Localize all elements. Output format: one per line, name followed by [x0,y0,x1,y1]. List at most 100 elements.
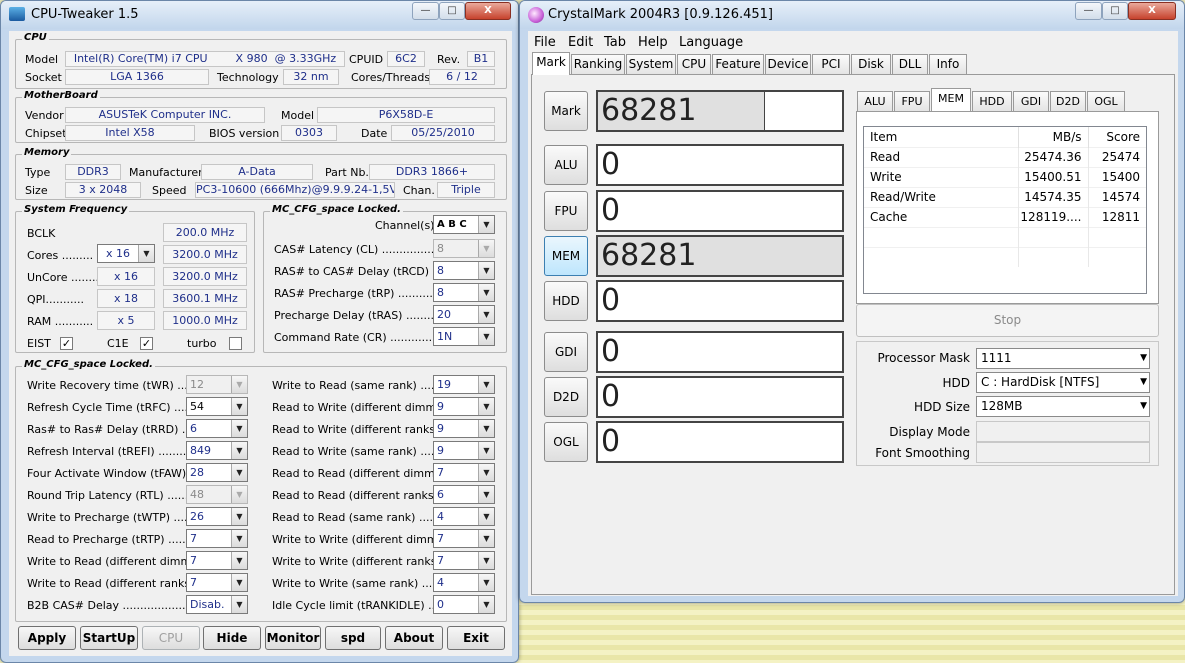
timing-select[interactable]: 0 ▼ [433,595,495,614]
ogl-benchmark-button[interactable]: OGL [544,422,588,462]
mem-speed-value: PC3-10600 (666Mhz)@9.9.9.24-1,5V [195,182,395,198]
timing-select[interactable]: 4 ▼ [433,507,495,526]
timing-select[interactable]: 28 ▼ [186,463,248,482]
eist-checkbox[interactable]: ✓ [60,337,73,350]
timing-select[interactable]: 8 ▼ [433,239,495,258]
timing-select[interactable]: 9 ▼ [433,441,495,460]
timing-select[interactable]: Disab. ▼ [186,595,248,614]
exit-button[interactable]: Exit [447,626,505,650]
timing-select[interactable]: 7 ▼ [433,551,495,570]
apply-button[interactable]: Apply [18,626,76,650]
subtab-ogl[interactable]: OGL [1087,91,1125,111]
timing-select[interactable]: 12 ▼ [186,375,248,394]
close-button[interactable]: X [1128,2,1176,20]
minimize-button[interactable]: — [1075,2,1102,20]
timing-select[interactable]: 6 ▼ [433,485,495,504]
tab-system[interactable]: System [626,54,676,74]
subtab-fpu[interactable]: FPU [894,91,930,111]
fpu-benchmark-button[interactable]: FPU [544,191,588,231]
channels-select[interactable]: A B C ▼ [433,215,495,234]
tab-mark[interactable]: Mark [532,52,570,75]
mem-chan-label: Chan. [403,184,435,197]
timing-select[interactable]: 9 ▼ [433,397,495,416]
timing-select[interactable]: 4 ▼ [433,573,495,592]
tab-ranking[interactable]: Ranking [571,54,625,74]
menu-language[interactable]: Language [679,35,743,50]
timing-label: Read to Read (different dimms) ... [272,467,459,480]
timing-select[interactable]: 8 ▼ [433,261,495,280]
chevron-down-icon: ▼ [1140,377,1147,387]
table-row[interactable]: Read/Write 14574.35 14574 [864,187,1146,207]
timing-select[interactable]: 6 ▼ [186,419,248,438]
cpu-button[interactable]: CPU [142,626,200,650]
menu-edit[interactable]: Edit [568,35,593,50]
table-row[interactable] [864,227,1146,247]
timing-select[interactable]: 26 ▼ [186,507,248,526]
timing-select[interactable]: 9 ▼ [433,419,495,438]
tab-device[interactable]: Device [765,54,811,74]
subtab-alu[interactable]: ALU [857,91,893,111]
menu-file[interactable]: File [534,35,556,50]
subtab-mem[interactable]: MEM [931,88,971,111]
maximize-button[interactable]: □ [439,2,465,20]
timing-select[interactable]: 849 ▼ [186,441,248,460]
col-mbs[interactable]: MB/s [1018,127,1089,147]
subtab-gdi[interactable]: GDI [1013,91,1049,111]
results-list[interactable]: Item MB/s Score Read 25474.36 25474 Write 15… [863,126,1147,294]
timing-select[interactable]: 54 ▼ [186,397,248,416]
monitor-button[interactable]: Monitor [265,626,321,650]
timing-select[interactable]: 7 ▼ [186,529,248,548]
startup-button[interactable]: StartUp [80,626,138,650]
menu-tab[interactable]: Tab [604,35,626,50]
table-row[interactable]: Write 15400.51 15400 [864,167,1146,187]
hdd-size-select[interactable]: 128MB ▼ [976,396,1150,417]
gdi-benchmark-button[interactable]: GDI [544,332,588,372]
timing-select[interactable]: 19 ▼ [433,375,495,394]
table-row[interactable]: Read 25474.36 25474 [864,147,1146,167]
col-item[interactable]: Item [864,127,1019,147]
d2d-benchmark-button[interactable]: D2D [544,377,588,417]
table-cell: Cache [864,207,1019,227]
subtab-hdd[interactable]: HDD [972,91,1012,111]
turbo-checkbox[interactable] [229,337,242,350]
c1e-checkbox[interactable]: ✓ [140,337,153,350]
mark-benchmark-button[interactable]: Mark [544,91,588,131]
hdd-select[interactable]: C : HardDisk [NTFS] ▼ [976,372,1150,393]
tab-dll[interactable]: DLL [892,54,928,74]
subtab-d2d[interactable]: D2D [1050,91,1086,111]
tab-cpu[interactable]: CPU [677,54,711,74]
stop-button[interactable]: Stop [856,304,1159,337]
timing-select[interactable]: 7 ▼ [186,573,248,592]
processor-mask-select[interactable]: 1111 ▼ [976,348,1150,369]
timing-select[interactable]: 7 ▼ [433,529,495,548]
uncore-label: UnCore ........ [27,271,99,284]
hdd-benchmark-button[interactable]: HDD [544,281,588,321]
tab-disk[interactable]: Disk [851,54,891,74]
col-score[interactable]: Score [1088,127,1146,147]
timing-select[interactable]: 20 ▼ [433,305,495,324]
timing-select[interactable]: 48 ▼ [186,485,248,504]
mem-size-value: 3 x 2048 [65,182,141,198]
alu-benchmark-button[interactable]: ALU [544,145,588,185]
timing-select[interactable]: 1N ▼ [433,327,495,346]
maximize-button[interactable]: □ [1102,2,1128,20]
table-row[interactable] [864,247,1146,267]
minimize-button[interactable]: — [412,2,439,20]
timing-select[interactable]: 8 ▼ [433,283,495,302]
tab-info[interactable]: Info [929,54,967,74]
timing-select[interactable]: 7 ▼ [433,463,495,482]
timing-label: Write to Write (same rank) .......... [272,577,457,590]
timing-label: RAS# to CAS# Delay (tRCD) ...... [274,265,454,278]
chevron-down-icon: ▼ [478,240,494,257]
table-row[interactable]: Cache 128119.... 12811 [864,207,1146,227]
timing-select[interactable]: 7 ▼ [186,551,248,570]
close-button[interactable]: X [465,2,511,20]
tab-pci[interactable]: PCI [812,54,850,74]
about-button[interactable]: About [385,626,443,650]
menu-help[interactable]: Help [638,35,668,50]
hide-button[interactable]: Hide [203,626,261,650]
tab-feature[interactable]: Feature [712,54,764,74]
spd-button[interactable]: spd [325,626,381,650]
cores-multiplier-select[interactable]: x 16 ▼ [97,244,155,263]
mem-benchmark-button[interactable]: MEM [544,236,588,276]
